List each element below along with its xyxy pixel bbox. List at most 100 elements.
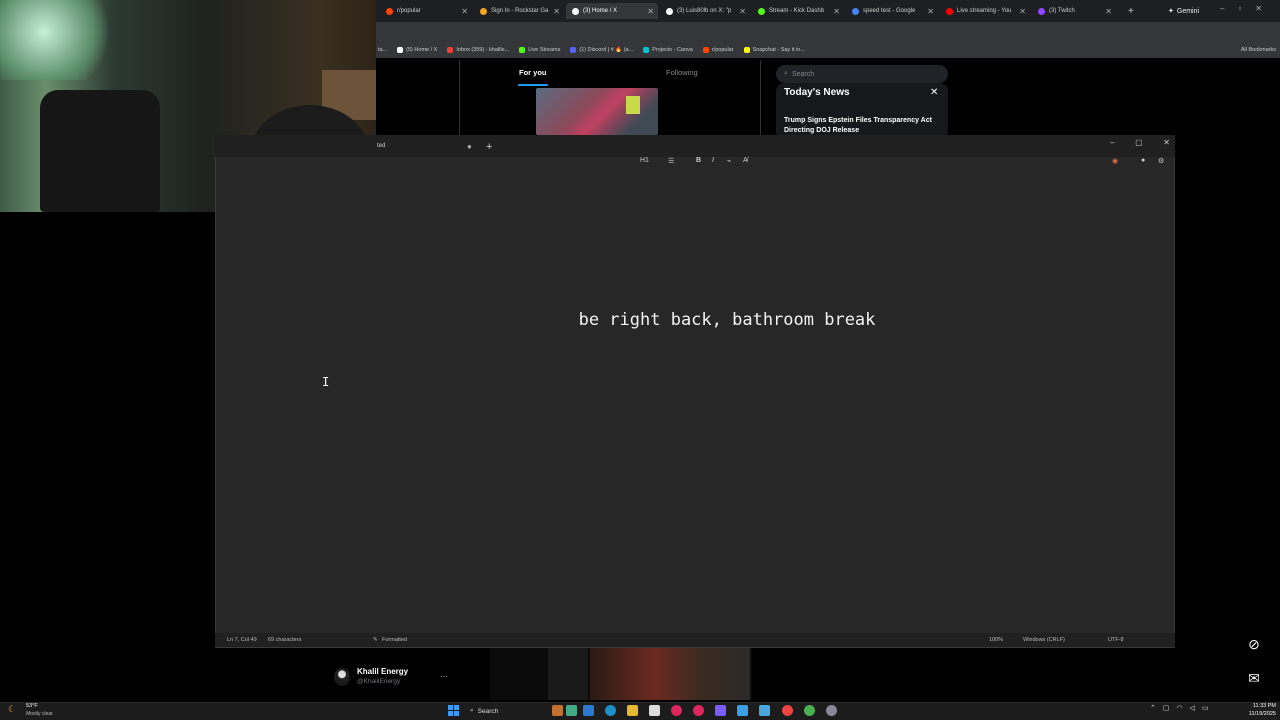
browser-tab[interactable]: Live streaming - You ✕ [940, 3, 1030, 19]
tab-label: r/popular [397, 8, 421, 14]
line-ending[interactable]: Windows (CRLF) [1023, 637, 1065, 643]
bookmark-item[interactable]: Snapchat - Say it in... [743, 47, 805, 53]
x-search-input[interactable]: ⌕ Search [776, 65, 948, 83]
notepad-tab[interactable]: ted [377, 143, 385, 149]
italic-button[interactable]: I [712, 157, 714, 164]
app-icon[interactable] [583, 705, 594, 716]
new-tab-button[interactable]: + [1122, 3, 1136, 19]
clock-time[interactable]: 11:33 PM [1246, 703, 1276, 709]
chevron-up-icon[interactable]: ⌃ [1150, 704, 1156, 712]
minimize-icon[interactable]: – [1110, 138, 1114, 150]
weather-temperature[interactable]: 53°F [26, 703, 38, 709]
unsaved-dot-icon[interactable]: ● [467, 142, 472, 151]
browser-tab[interactable]: (3) Luis80lb on X: "p ✕ [660, 3, 750, 19]
notepad-app-icon[interactable] [737, 705, 748, 716]
tab-following[interactable]: Following [666, 68, 698, 77]
bookmark-item[interactable]: (5) Home / X [397, 47, 437, 53]
browser-tab[interactable]: (3) Twitch ✕ [1032, 3, 1116, 19]
settings-icon[interactable] [826, 705, 837, 716]
heading-button[interactable]: H1 [640, 157, 649, 164]
minimize-icon[interactable]: – [1220, 4, 1224, 18]
clear-format-button[interactable]: A̸ [743, 157, 748, 164]
tab-label: speed test - Google [863, 8, 916, 14]
all-bookmarks-button[interactable]: All Bookmarks [1241, 47, 1276, 53]
volume-icon[interactable]: ◁ [1190, 704, 1195, 712]
bookmark-item[interactable]: (1) Discord | # 🔥 (a... [570, 47, 633, 53]
more-icon[interactable]: ⋯ [440, 672, 448, 681]
clock-date[interactable]: 11/19/2025 [1240, 711, 1276, 717]
account-icon[interactable]: ● [1141, 157, 1145, 164]
file-explorer-icon[interactable] [627, 705, 638, 716]
battery-icon[interactable]: ▭ [1202, 704, 1209, 712]
tab-favicon-icon [480, 7, 487, 15]
copilot-icon[interactable]: ◉ [1112, 157, 1118, 165]
tray-app-icon[interactable]: ▢ [1163, 704, 1170, 712]
bookmark-item[interactable]: Projects - Canva [643, 47, 693, 53]
bookmark-item[interactable]: r/popular [702, 47, 734, 53]
video-thumbnail[interactable] [590, 648, 750, 700]
notepad-text[interactable]: be right back, bathroom break [215, 310, 1239, 330]
avatar[interactable] [334, 668, 350, 686]
maximize-icon[interactable]: ▫ [1238, 4, 1241, 18]
tab-for-you[interactable]: For you [519, 68, 547, 77]
close-icon[interactable]: ✕ [1163, 138, 1170, 150]
app-icon[interactable] [782, 705, 793, 716]
bold-button[interactable]: B [696, 157, 701, 164]
app-icon[interactable] [671, 705, 682, 716]
cursor-position: Ln 7, Col 49 [227, 637, 257, 643]
browser-address-bar[interactable] [376, 22, 1280, 42]
maximize-icon[interactable]: ▢ [1135, 138, 1143, 150]
start-icon[interactable] [448, 705, 459, 716]
browser-tab[interactable]: Stream - Kick Dashb ✕ [752, 3, 844, 19]
grok-icon[interactable]: ⊘ [1244, 636, 1264, 656]
widget-app-icon[interactable] [552, 705, 563, 716]
link-button[interactable]: ⌁ [727, 157, 731, 165]
chrome-icon[interactable] [804, 705, 815, 716]
close-tab-icon[interactable]: ✕ [553, 7, 560, 16]
weather-description[interactable]: Mostly clear [26, 711, 53, 717]
weather-icon[interactable]: ☾ [8, 704, 16, 715]
app-icon[interactable] [759, 705, 770, 716]
close-icon[interactable]: ✕ [1255, 4, 1262, 18]
list-button[interactable]: ☰ [668, 157, 674, 165]
new-tab-button[interactable]: + [486, 141, 492, 153]
tweet-photo[interactable] [536, 88, 658, 135]
app-icon[interactable] [566, 705, 577, 716]
tweet-author-handle[interactable]: @KhalilEnergy [357, 678, 400, 685]
close-tab-icon[interactable]: ✕ [739, 7, 746, 16]
browser-tab[interactable]: Sign In - Rockstar Ga ✕ [474, 3, 564, 19]
close-icon[interactable]: ✕ [930, 87, 938, 98]
bookmark-favicon-icon [743, 47, 750, 53]
close-tab-icon[interactable]: ✕ [927, 7, 934, 16]
bookmark-favicon-icon [397, 47, 404, 53]
zoom-level[interactable]: 100% [989, 637, 1003, 643]
close-tab-icon[interactable]: ✕ [1105, 7, 1112, 16]
bookmark-overflow[interactable]: ta... [378, 47, 387, 53]
browser-tab[interactable]: (3) Home / X ✕ [566, 3, 658, 19]
close-tab-icon[interactable]: ✕ [1019, 7, 1026, 16]
close-tab-icon[interactable]: ✕ [647, 7, 654, 16]
bookmark-item[interactable]: Live Streams [519, 47, 560, 53]
app-icon[interactable] [693, 705, 704, 716]
news-headline[interactable]: Trump Signs Epstein Files Transparency A… [784, 116, 946, 136]
app-icon[interactable] [715, 705, 726, 716]
bookmark-item[interactable]: Inbox (359) - khalile... [447, 47, 509, 53]
messages-icon[interactable]: ✉ [1244, 670, 1264, 690]
browser-tab[interactable]: r/popular ✕ [380, 3, 472, 19]
store-icon[interactable] [649, 705, 660, 716]
gemini-button[interactable]: ✦ Gemini [1168, 4, 1208, 18]
bookmark-label: (5) Home / X [406, 47, 438, 53]
tab-label: (3) Twitch [1049, 8, 1075, 14]
system-tray: ⌃ ▢ ◠ ◁ ▭ [1150, 704, 1209, 712]
wifi-icon[interactable]: ◠ [1177, 704, 1183, 712]
edge-icon[interactable] [605, 705, 616, 716]
tab-active-indicator [518, 84, 548, 86]
format-indicator[interactable]: Formatted [382, 637, 407, 643]
browser-tab[interactable]: speed test - Google ✕ [846, 3, 938, 19]
taskbar-search[interactable]: ⌕ Search [470, 704, 544, 718]
close-tab-icon[interactable]: ✕ [461, 7, 468, 16]
gear-icon[interactable]: ⚙ [1158, 157, 1164, 165]
encoding[interactable]: UTF-8 [1108, 637, 1124, 643]
close-tab-icon[interactable]: ✕ [833, 7, 840, 16]
tweet-author-name[interactable]: Khalil Energy [357, 667, 408, 676]
